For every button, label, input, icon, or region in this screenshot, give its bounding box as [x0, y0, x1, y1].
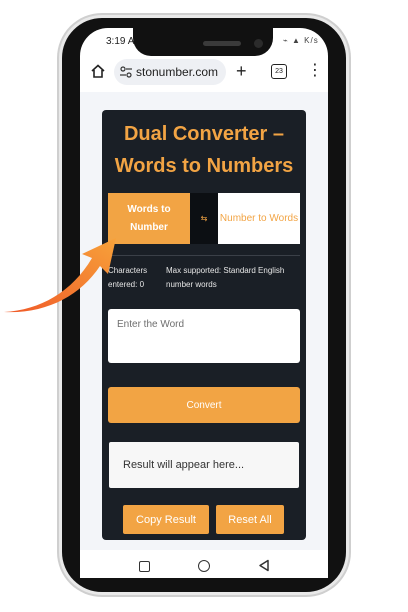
- reset-all-button[interactable]: Reset All: [216, 505, 284, 534]
- home-nav-icon[interactable]: [198, 560, 210, 572]
- status-indicators: ⌁ ▲ K/s: [283, 36, 319, 45]
- tab-number-to-words[interactable]: Number to Words: [218, 193, 300, 244]
- page-title: Dual Converter – Words to Numbers: [114, 123, 294, 177]
- menu-icon[interactable]: ⋮: [307, 62, 323, 80]
- result-box: Result will appear here...: [109, 442, 299, 488]
- tabs-icon[interactable]: 23: [271, 64, 287, 79]
- site-settings-icon[interactable]: [119, 65, 133, 79]
- back-icon[interactable]: [258, 559, 270, 572]
- plus-icon[interactable]: +: [236, 62, 247, 80]
- home-icon[interactable]: [90, 63, 106, 79]
- notch: [133, 28, 273, 56]
- recents-icon[interactable]: [139, 561, 150, 572]
- swap-icon: ⇆: [190, 193, 218, 244]
- max-supported-note: Max supported: Standard English number w…: [166, 266, 285, 289]
- speaker: [203, 41, 241, 46]
- pointer-arrow-icon: [4, 238, 116, 313]
- url-text: stonumber.com: [136, 65, 219, 79]
- convert-button[interactable]: Convert: [108, 387, 300, 423]
- camera: [254, 39, 263, 48]
- divider: [108, 255, 300, 256]
- copy-result-button[interactable]: Copy Result: [123, 505, 209, 534]
- word-input[interactable]: [108, 309, 300, 363]
